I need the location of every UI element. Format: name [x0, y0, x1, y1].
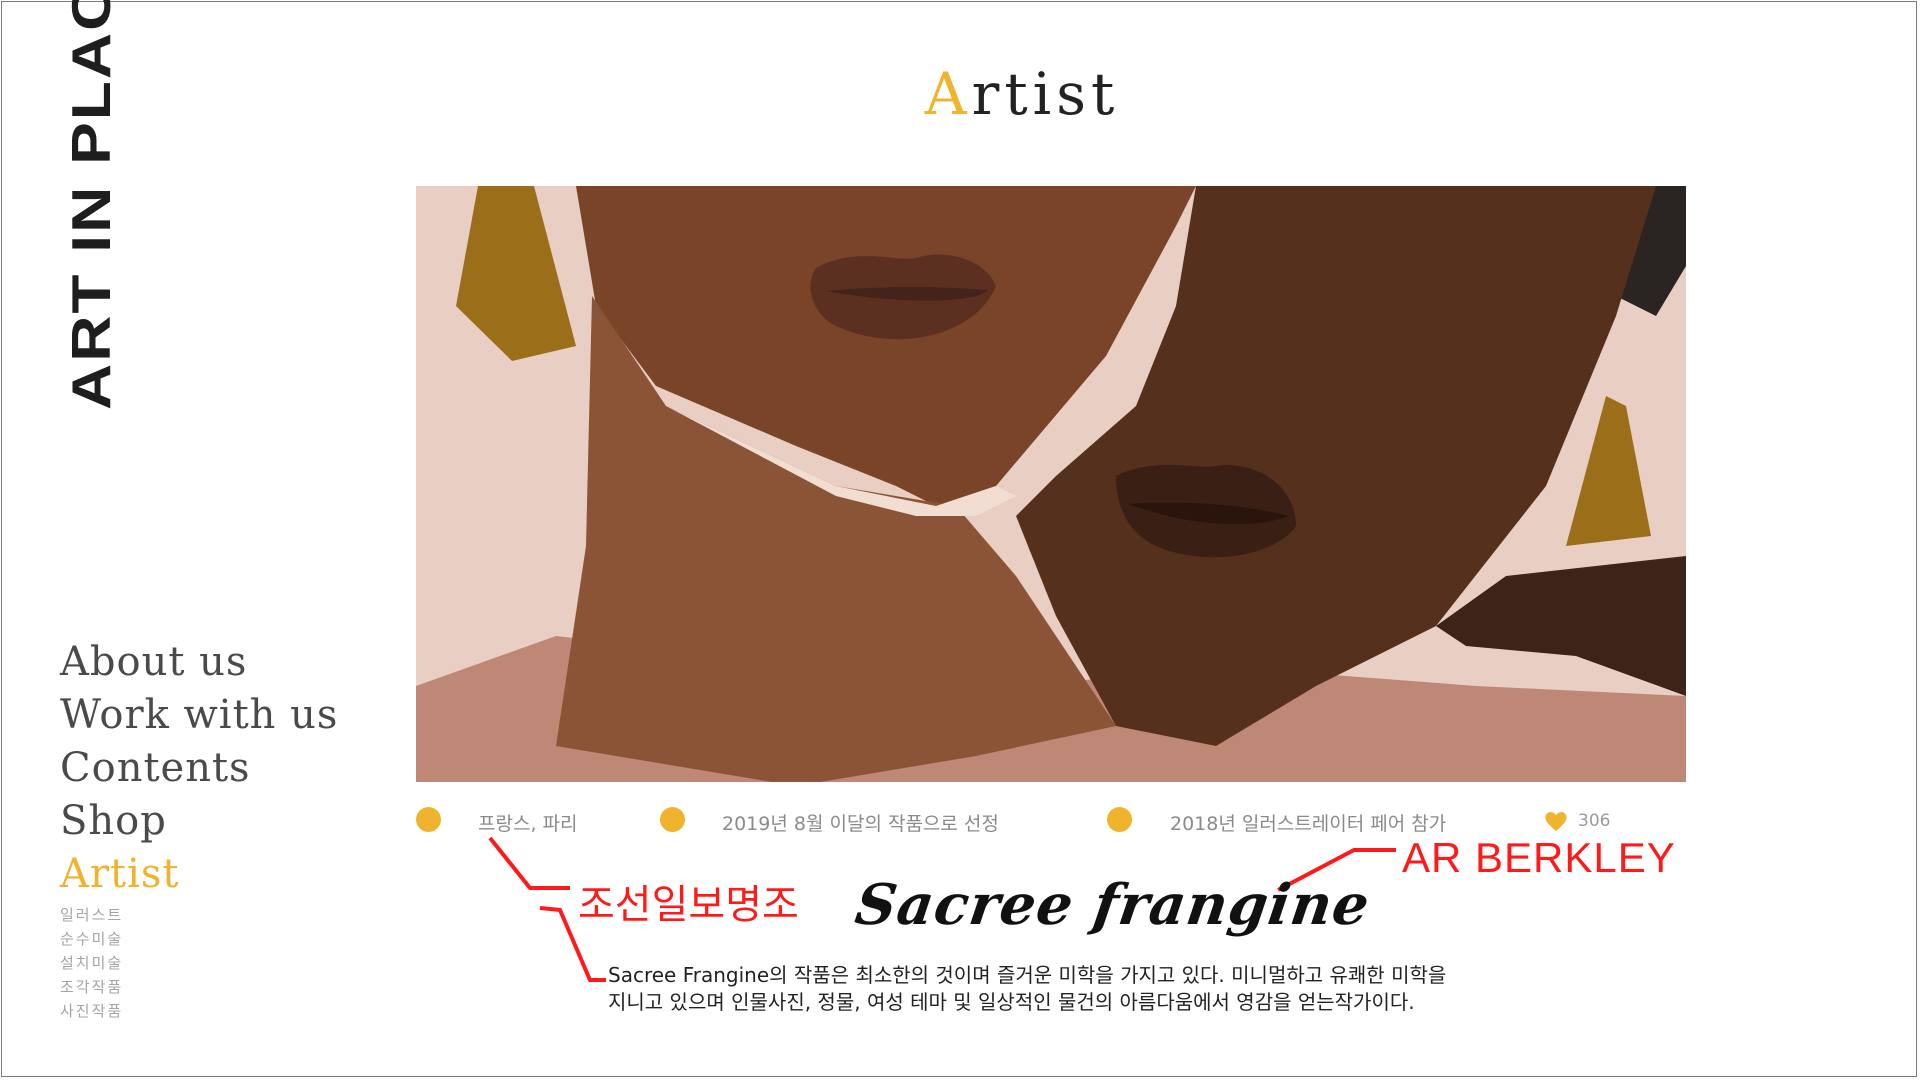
artist-description-line-2: 지니고 있으며 인물사진, 정물, 여성 테마 및 일상적인 물건의 아름다움에… — [608, 990, 1415, 1014]
meta-location: 프랑스, 파리 — [478, 813, 578, 835]
nav-item-work-with-us[interactable]: Work with us — [60, 689, 338, 742]
artist-description-line-1: Sacree Frangine의 작품은 최소한의 것이며 즐거운 미학을 가지… — [608, 963, 1447, 987]
meta-fair: 2018년 일러스트레이터 페어 참가 — [1170, 813, 1447, 835]
artist-description: Sacree Frangine의 작품은 최소한의 것이며 즐거운 미학을 가지… — [608, 962, 1608, 1016]
bullet-icon — [416, 807, 441, 832]
subnav-item-illustration[interactable]: 일러스트 — [60, 903, 338, 927]
subnav-item-fine-art[interactable]: 순수미술 — [60, 927, 338, 951]
subnav-item-photography[interactable]: 사진작품 — [60, 999, 338, 1023]
nav-item-artist[interactable]: Artist — [60, 848, 338, 901]
artist-meta-row: 프랑스, 파리 2019년 8월 이달의 작품으로 선정 2018년 일러스트레… — [0, 806, 1920, 836]
page-title: Artist — [0, 60, 1920, 128]
artwork-illustration — [416, 186, 1686, 782]
artist-subnav: 일러스트 순수미술 설치미술 조각작품 사진작품 — [60, 903, 338, 1023]
meta-award: 2019년 8월 이달의 작품으로 선정 — [722, 813, 999, 835]
bullet-icon — [1107, 807, 1132, 832]
nav-item-about-us[interactable]: About us — [60, 636, 338, 689]
subnav-item-sculpture[interactable]: 조각작품 — [60, 975, 338, 999]
artist-name: Sacree frangine — [851, 872, 1375, 938]
bullet-icon — [660, 807, 685, 832]
subnav-item-installation[interactable]: 설치미술 — [60, 951, 338, 975]
page-title-initial: A — [924, 60, 972, 128]
font-annotation-korean: 조선일보명조 — [578, 882, 799, 928]
page-title-rest: rtist — [971, 60, 1120, 128]
like-count: 306 — [1578, 811, 1611, 831]
artwork-image[interactable] — [416, 186, 1686, 782]
nav-item-contents[interactable]: Contents — [60, 742, 338, 795]
heart-icon[interactable] — [1544, 810, 1568, 832]
font-annotation-english: AR BERKLEY — [1402, 834, 1676, 881]
